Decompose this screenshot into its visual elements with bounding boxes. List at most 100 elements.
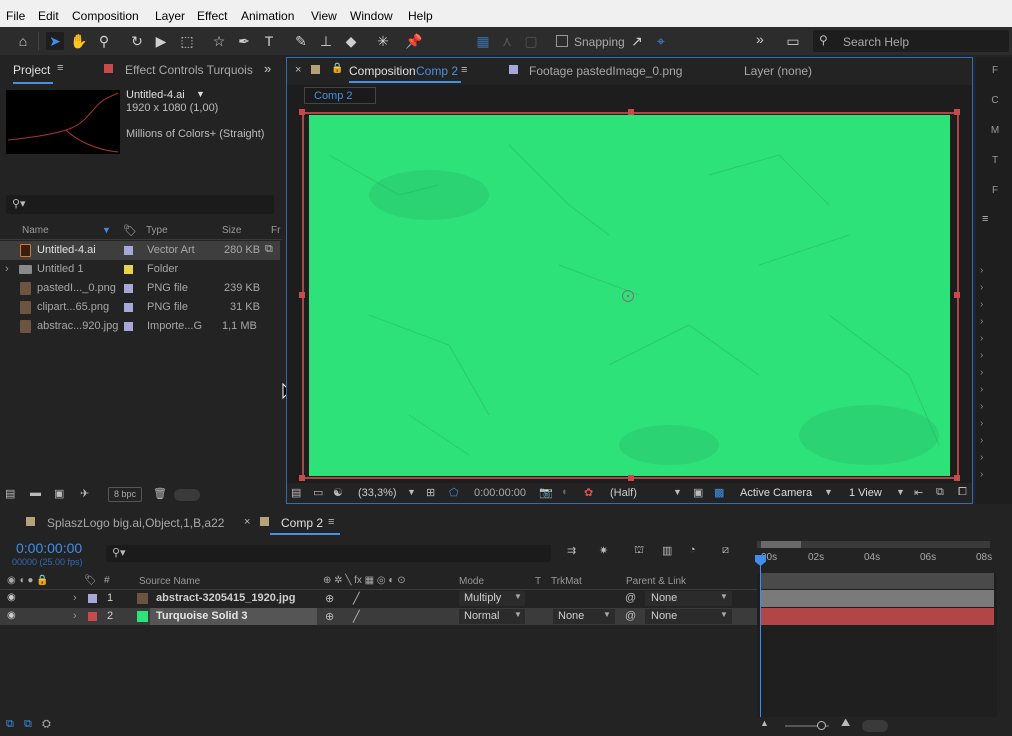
panel-menu-icon[interactable]: ≡ [328, 516, 334, 528]
flow-icon[interactable]: ✈ [80, 487, 89, 500]
close-tab-icon[interactable]: × [295, 64, 301, 76]
snapshot-icon[interactable]: 📷 [539, 486, 553, 499]
brush-tool-icon[interactable]: ✎ [292, 32, 310, 50]
chevron-down-icon[interactable]: ▼ [824, 487, 833, 497]
tab-layer[interactable]: Layer (none) [744, 64, 812, 78]
resolution-value[interactable]: (Half) [610, 487, 637, 499]
motion-blur-icon[interactable]: ◔ [689, 544, 696, 556]
trash-icon[interactable]: 🗑 [153, 487, 167, 500]
menu-effect[interactable]: Effect [197, 9, 227, 23]
render-time-icon[interactable]: ⛭ [42, 718, 51, 731]
rotate-tool-icon[interactable]: ↻ [128, 32, 146, 50]
mode-select[interactable]: Normal ▼ [459, 609, 525, 624]
clone-stamp-tool-icon[interactable]: ⊥ [317, 32, 335, 50]
tab-footage[interactable]: Footage pastedImage_0.png [529, 64, 682, 78]
interpret-footage-icon[interactable]: ▤ [5, 487, 15, 500]
breadcrumb[interactable]: Comp 2 [304, 87, 376, 104]
timeline-scroll-handle[interactable] [862, 720, 888, 732]
reset-exposure-icon[interactable]: ⧉ [936, 486, 944, 499]
shape-tool-icon[interactable]: ☆ [210, 32, 228, 50]
menu-help[interactable]: Help [408, 9, 433, 23]
type-tool-icon[interactable]: T [260, 32, 278, 50]
workspace-more[interactable]: » [756, 31, 764, 47]
axis-view-icon[interactable]: ▢ [522, 32, 540, 50]
grid-icon[interactable]: ⊞ [426, 486, 435, 499]
zoom-in-icon[interactable]: ⛰ [841, 717, 850, 730]
preview-dropdown-icon[interactable]: ▼ [196, 89, 205, 99]
eraser-tool-icon[interactable]: ◆ [342, 32, 360, 50]
panel-menu-icon[interactable]: ≡ [57, 62, 63, 74]
layer-bar[interactable] [761, 608, 994, 625]
anchor-point-icon[interactable] [622, 290, 634, 302]
expand-arrow-icon[interactable]: › [5, 263, 9, 275]
hand-tool-icon[interactable]: ✋ [70, 32, 88, 50]
axis-world-icon[interactable]: ⋏ [498, 32, 516, 50]
bpc-button[interactable]: 8 bpc [108, 487, 142, 502]
snap-target-icon[interactable]: ⌖ [652, 32, 670, 50]
panel-menu-icon[interactable]: ≡ [982, 213, 988, 225]
thumbnail-toggle[interactable] [174, 489, 200, 501]
comp-viewport[interactable] [299, 109, 960, 481]
project-item[interactable]: clipart...65.png PNG file 31 KB [0, 298, 280, 317]
pickwhip-icon[interactable]: @ [625, 610, 636, 622]
views-value[interactable]: 1 View [849, 487, 882, 499]
chevron-down-icon[interactable]: ▼ [407, 487, 416, 497]
project-item[interactable]: pastedI..._0.png PNG file 239 KB [0, 279, 280, 298]
zoom-out-icon[interactable]: ▲ [760, 718, 769, 728]
timeline-scrollbar[interactable] [998, 573, 1012, 717]
chevron-down-icon[interactable]: ▼ [673, 487, 682, 497]
collapsed-chevrons[interactable]: › › › › › › › › › › › › › [980, 262, 994, 492]
quality-switch-icon[interactable]: ╱ [353, 610, 360, 623]
close-tab-icon[interactable]: × [244, 516, 250, 528]
col-mode[interactable]: Mode [459, 576, 484, 587]
layer-bar[interactable] [761, 590, 994, 607]
camera-tool-icon[interactable]: ▶ [152, 32, 170, 50]
zoom-tool-icon[interactable]: ⚲ [95, 32, 113, 50]
menu-layer[interactable]: Layer [155, 9, 185, 23]
col-source-name[interactable]: Source Name [139, 576, 200, 587]
expand-arrow-icon[interactable]: › [73, 592, 77, 604]
panel-overflow-icon[interactable]: » [264, 61, 271, 76]
snap-option-icon[interactable]: ↗ [628, 32, 646, 50]
right-tab-1[interactable]: F [978, 65, 1012, 80]
quality-switch-icon[interactable]: ╱ [353, 592, 360, 605]
col-t[interactable]: T [535, 576, 541, 587]
work-area-bar[interactable] [757, 541, 990, 548]
fast-preview-icon[interactable]: ⧠ [958, 486, 967, 499]
right-tab-3[interactable]: M [978, 125, 1012, 140]
frame-blending-icon[interactable]: ▥ [662, 544, 672, 557]
mode-select[interactable]: Multiply ▼ [459, 591, 525, 606]
graph-editor-icon[interactable]: ⧄ [722, 544, 729, 557]
trkmat-select[interactable]: None ▼ [553, 609, 615, 624]
right-tab-5[interactable]: F [978, 185, 1012, 200]
expand-arrow-icon[interactable]: › [73, 610, 77, 622]
flowchart-icon[interactable]: ⧉ [265, 243, 273, 256]
corner-handle[interactable] [954, 475, 960, 481]
project-item[interactable]: › Untitled 1 Folder [0, 260, 280, 279]
mask-icon[interactable]: ☯ [333, 486, 343, 499]
edge-handle[interactable] [628, 109, 634, 115]
label-tag-icon[interactable]: 🏷 [123, 224, 137, 237]
eye-icon[interactable]: ◉ [7, 610, 16, 621]
roto-brush-tool-icon[interactable]: ✳ [374, 32, 392, 50]
tab-composition[interactable]: Composition [349, 64, 416, 78]
col-parent[interactable]: Parent & Link [626, 576, 686, 587]
comp-flowchart-icon[interactable]: ⇉ [567, 544, 576, 557]
shy-layers-icon[interactable]: ⛫ [634, 544, 644, 558]
menu-composition[interactable]: Composition [72, 9, 139, 23]
track-area[interactable] [757, 573, 997, 717]
channel-icon[interactable]: ✿ [584, 486, 593, 499]
shy-switch-icon[interactable]: ⊕ [325, 610, 334, 623]
edge-handle[interactable] [954, 292, 960, 298]
eye-icon[interactable]: ◉ [7, 592, 16, 603]
parent-select[interactable]: None ▼ [645, 591, 732, 606]
show-snapshot-icon[interactable]: ◐ [562, 486, 569, 498]
col-type[interactable]: Type [146, 225, 168, 236]
puppet-tool-icon[interactable]: 📌 [405, 32, 423, 50]
transfer-controls-icon[interactable]: ⧉ [24, 718, 32, 731]
axis-local-icon[interactable]: ▦ [474, 32, 492, 50]
panel-menu-icon[interactable]: ≡ [461, 64, 467, 76]
menu-window[interactable]: Window [350, 9, 393, 23]
project-search-input[interactable]: ⚲▾ [6, 195, 274, 214]
monitor-icon[interactable]: ▭ [313, 486, 323, 499]
